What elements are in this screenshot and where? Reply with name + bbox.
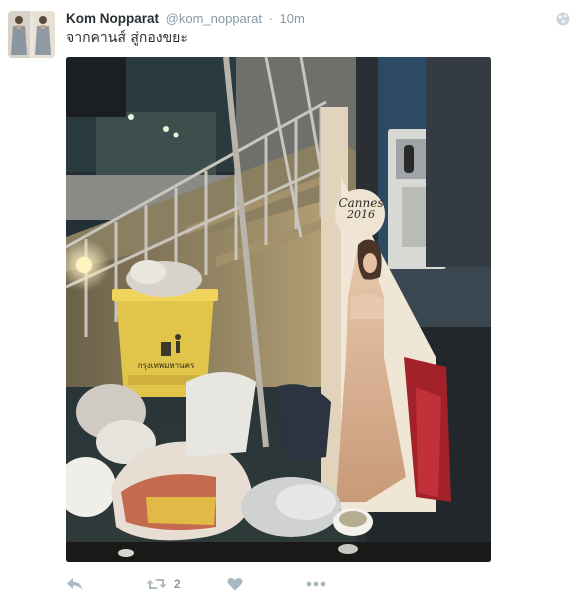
like-button[interactable]: [227, 577, 243, 591]
username[interactable]: @kom_nopparat: [166, 11, 262, 26]
tweet-photo[interactable]: Cannes 2016 กรุงเทพมหานคร: [66, 57, 491, 562]
more-dots-icon: [306, 581, 326, 587]
full-name[interactable]: Kom Nopparat: [66, 11, 159, 26]
avatar[interactable]: [8, 11, 55, 58]
retweet-icon: [146, 577, 167, 591]
retweet-button[interactable]: 2: [146, 576, 181, 592]
timestamp[interactable]: 10m: [280, 11, 305, 26]
globe-icon[interactable]: [556, 12, 570, 26]
more-button[interactable]: [306, 581, 326, 587]
standee-logo: Cannes 2016: [338, 197, 384, 221]
heart-icon: [227, 577, 243, 591]
separator-dot: ·: [268, 11, 273, 26]
tweet-card: Kom Nopparat @kom_nopparat · 10m จากคานส…: [0, 0, 579, 603]
bin-label: กรุงเทพมหานคร: [137, 361, 195, 370]
tweet-header: Kom Nopparat @kom_nopparat · 10m: [66, 10, 305, 28]
tweet-text: จากคานส์ สู่กองขยะ: [66, 30, 188, 46]
tweet-actions: 2: [66, 574, 326, 594]
standee-logo-year: 2016: [347, 208, 375, 221]
reply-button[interactable]: [66, 577, 90, 591]
retweet-count: 2: [174, 577, 181, 591]
reply-icon: [66, 577, 83, 591]
